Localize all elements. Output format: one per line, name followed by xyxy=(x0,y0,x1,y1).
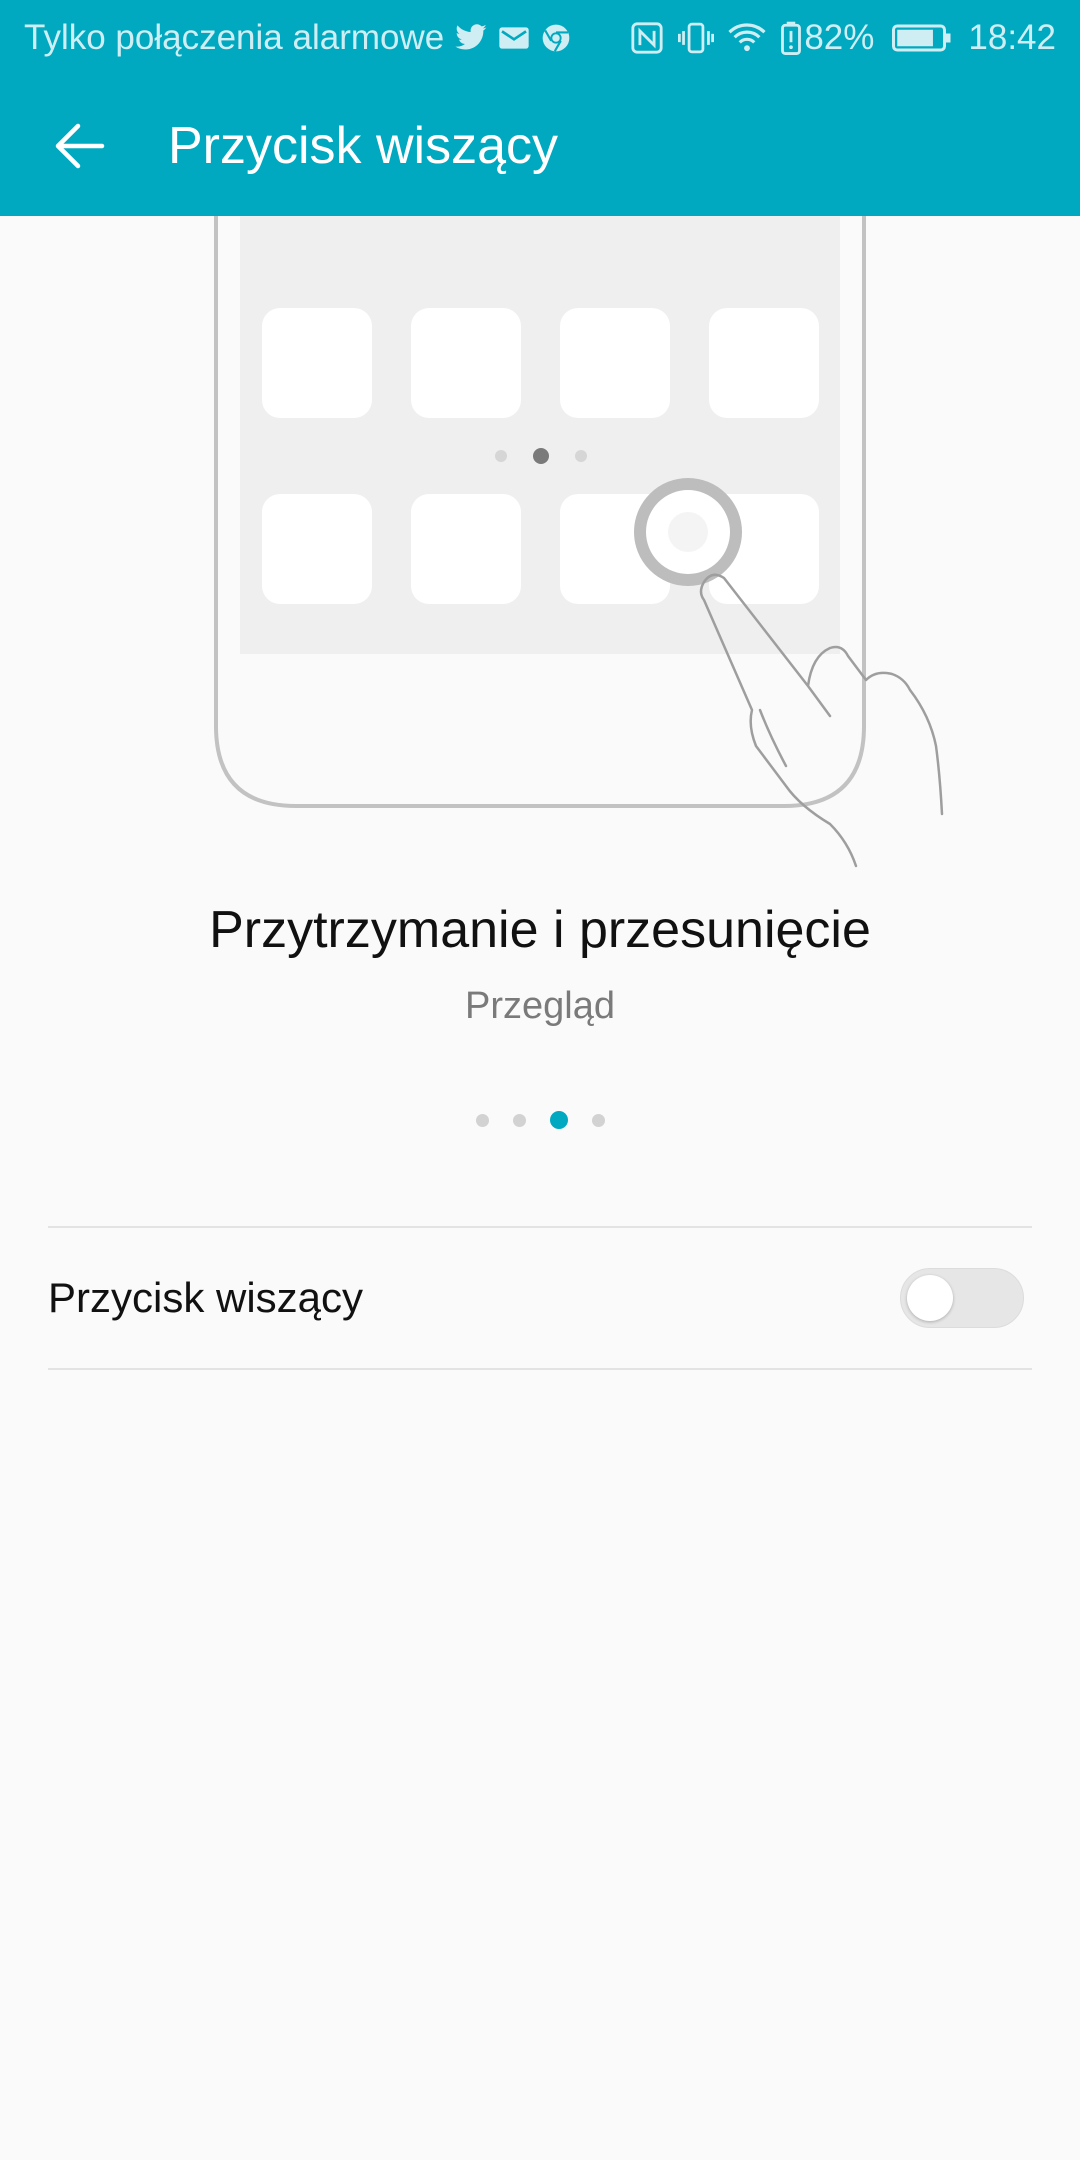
battery-icon xyxy=(892,23,952,53)
vibrate-icon xyxy=(678,21,715,55)
battery-alert-icon xyxy=(780,21,802,55)
setting-label: Przycisk wiszący xyxy=(48,1274,364,1321)
status-bar: Tylko połączenia alarmowe 82% 18:42 xyxy=(0,0,1080,76)
toggle-knob xyxy=(907,1275,953,1321)
mail-icon xyxy=(498,24,530,52)
back-button[interactable] xyxy=(38,104,122,188)
wifi-icon xyxy=(728,22,766,54)
status-left: Tylko połączenia alarmowe xyxy=(24,0,572,76)
battery-percent: 82% xyxy=(804,18,875,57)
back-arrow-icon xyxy=(55,123,105,169)
app-toolbar: Przycisk wiszący xyxy=(0,76,1080,216)
floating-button-icon xyxy=(634,478,742,586)
illustration-dot xyxy=(575,450,587,462)
chrome-icon xyxy=(540,22,572,54)
divider-bottom xyxy=(48,1368,1032,1370)
twitter-icon xyxy=(454,23,488,53)
floating-button-toggle[interactable] xyxy=(900,1268,1024,1328)
page-dot xyxy=(591,1113,605,1127)
status-right: 82% 18:42 xyxy=(630,0,1056,76)
tutorial-illustration xyxy=(0,216,1080,876)
illustration-dot-active xyxy=(533,448,549,464)
screen: Tylko połączenia alarmowe 82% 18:42 Przy… xyxy=(0,0,1080,2160)
illustration-canvas xyxy=(214,216,944,868)
tutorial-subheading: Przegląd xyxy=(465,985,615,1027)
setting-floating-button[interactable]: Przycisk wiszący xyxy=(0,1228,1080,1368)
nfc-icon xyxy=(630,21,664,55)
carrier-text: Tylko połączenia alarmowe xyxy=(24,18,445,57)
tutorial-heading: Przytrzymanie i przesunięcie xyxy=(209,901,871,959)
page-title: Przycisk wiszący xyxy=(168,117,559,175)
page-dot-active xyxy=(549,1111,568,1129)
page-dot xyxy=(475,1113,489,1127)
illustration-dot xyxy=(495,450,507,462)
status-time: 18:42 xyxy=(968,18,1056,57)
page-indicator xyxy=(0,1110,1080,1130)
page-dot xyxy=(512,1113,526,1127)
